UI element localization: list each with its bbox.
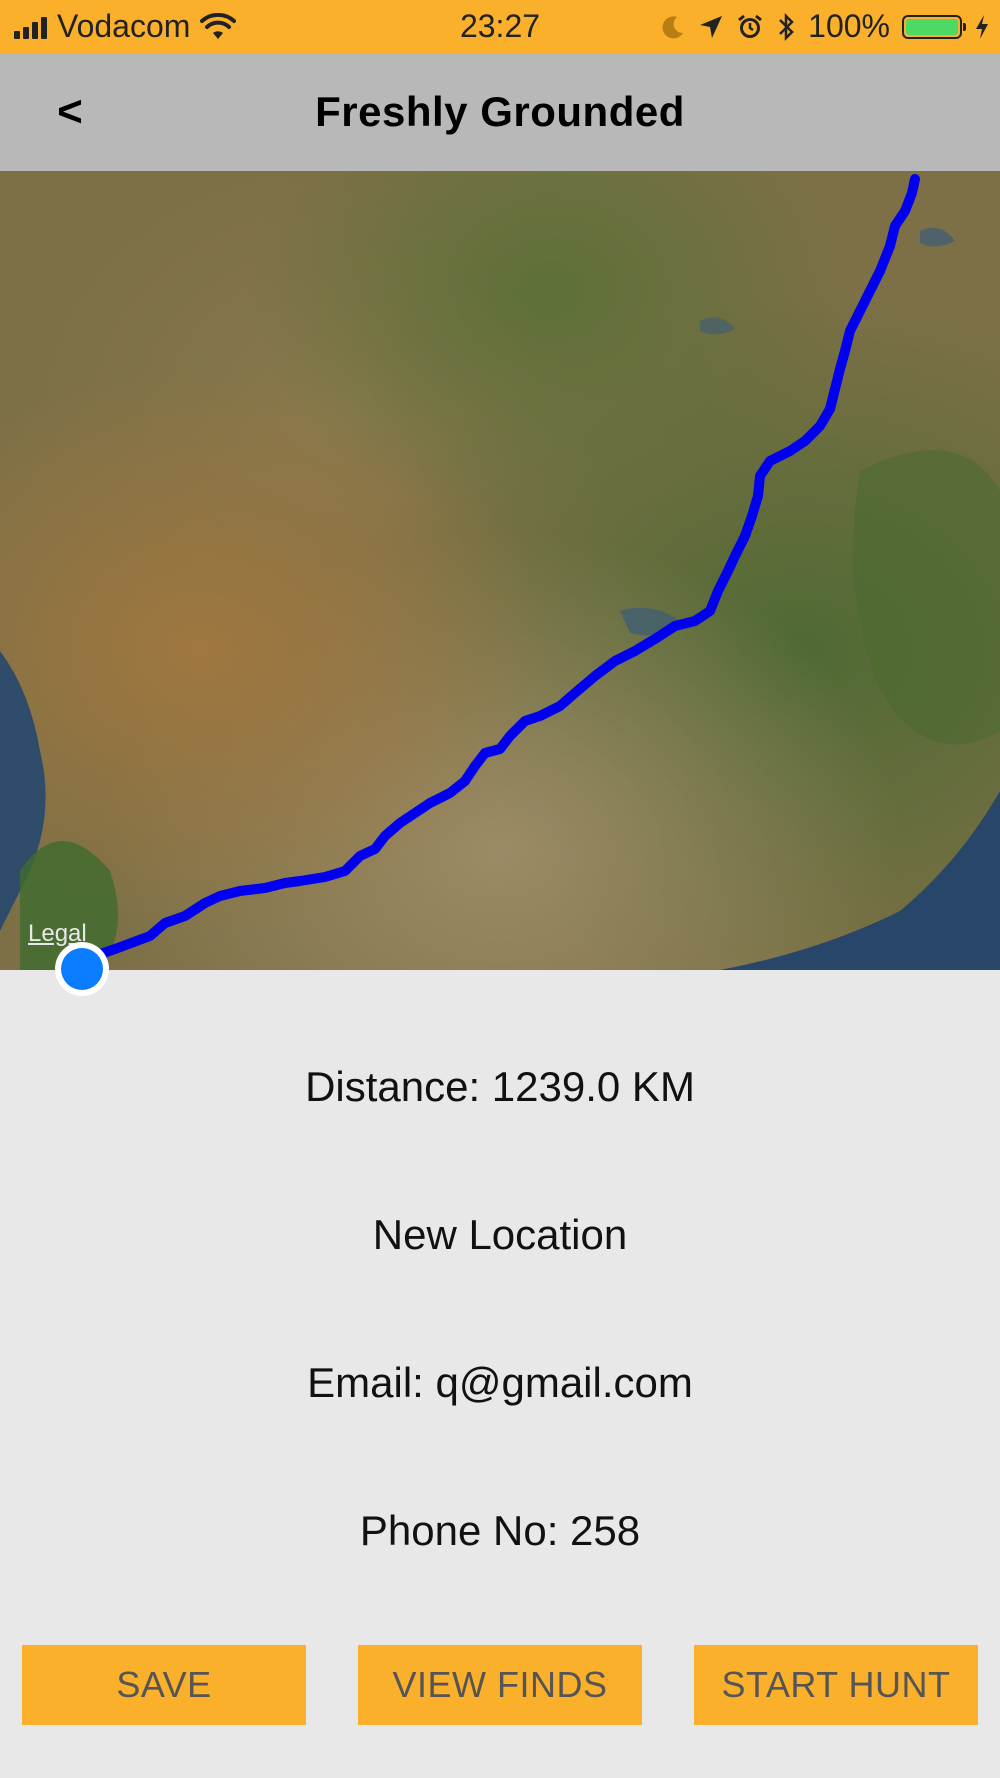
current-location-dot	[61, 948, 103, 990]
view-finds-button[interactable]: VIEW FINDS	[358, 1645, 642, 1725]
moon-icon	[662, 15, 684, 38]
location-arrow-icon	[700, 15, 723, 38]
current-location-marker	[55, 942, 109, 996]
save-button[interactable]: SAVE	[22, 1645, 306, 1725]
battery-icon	[902, 14, 966, 39]
battery-percent: 100%	[808, 8, 890, 44]
page-title: Freshly Grounded	[315, 88, 685, 135]
carrier-label: Vodacom	[57, 8, 191, 44]
alarm-icon	[738, 14, 763, 38]
distance-label: Distance: 1239.0 KM	[305, 1063, 695, 1110]
email-label: Email: q@gmail.com	[307, 1359, 693, 1406]
battery-fill	[906, 18, 958, 35]
status-time: 23:27	[459, 8, 541, 44]
status-left: Vodacom	[14, 0, 237, 53]
location-name-label: New Location	[372, 1211, 628, 1258]
wifi-icon	[200, 12, 237, 39]
status-right: 100%	[660, 0, 990, 53]
signal-icon	[14, 15, 47, 39]
map-view[interactable]	[0, 171, 1000, 970]
start-hunt-button[interactable]: START HUNT	[694, 1645, 978, 1725]
bluetooth-icon	[779, 12, 794, 41]
charging-icon	[976, 14, 988, 39]
map-terrain	[0, 171, 1000, 970]
nav-bar: < Freshly Grounded	[0, 53, 1000, 171]
phone-label: Phone No: 258	[359, 1507, 641, 1554]
status-bar: Vodacom 23:27 100%	[0, 0, 1000, 53]
